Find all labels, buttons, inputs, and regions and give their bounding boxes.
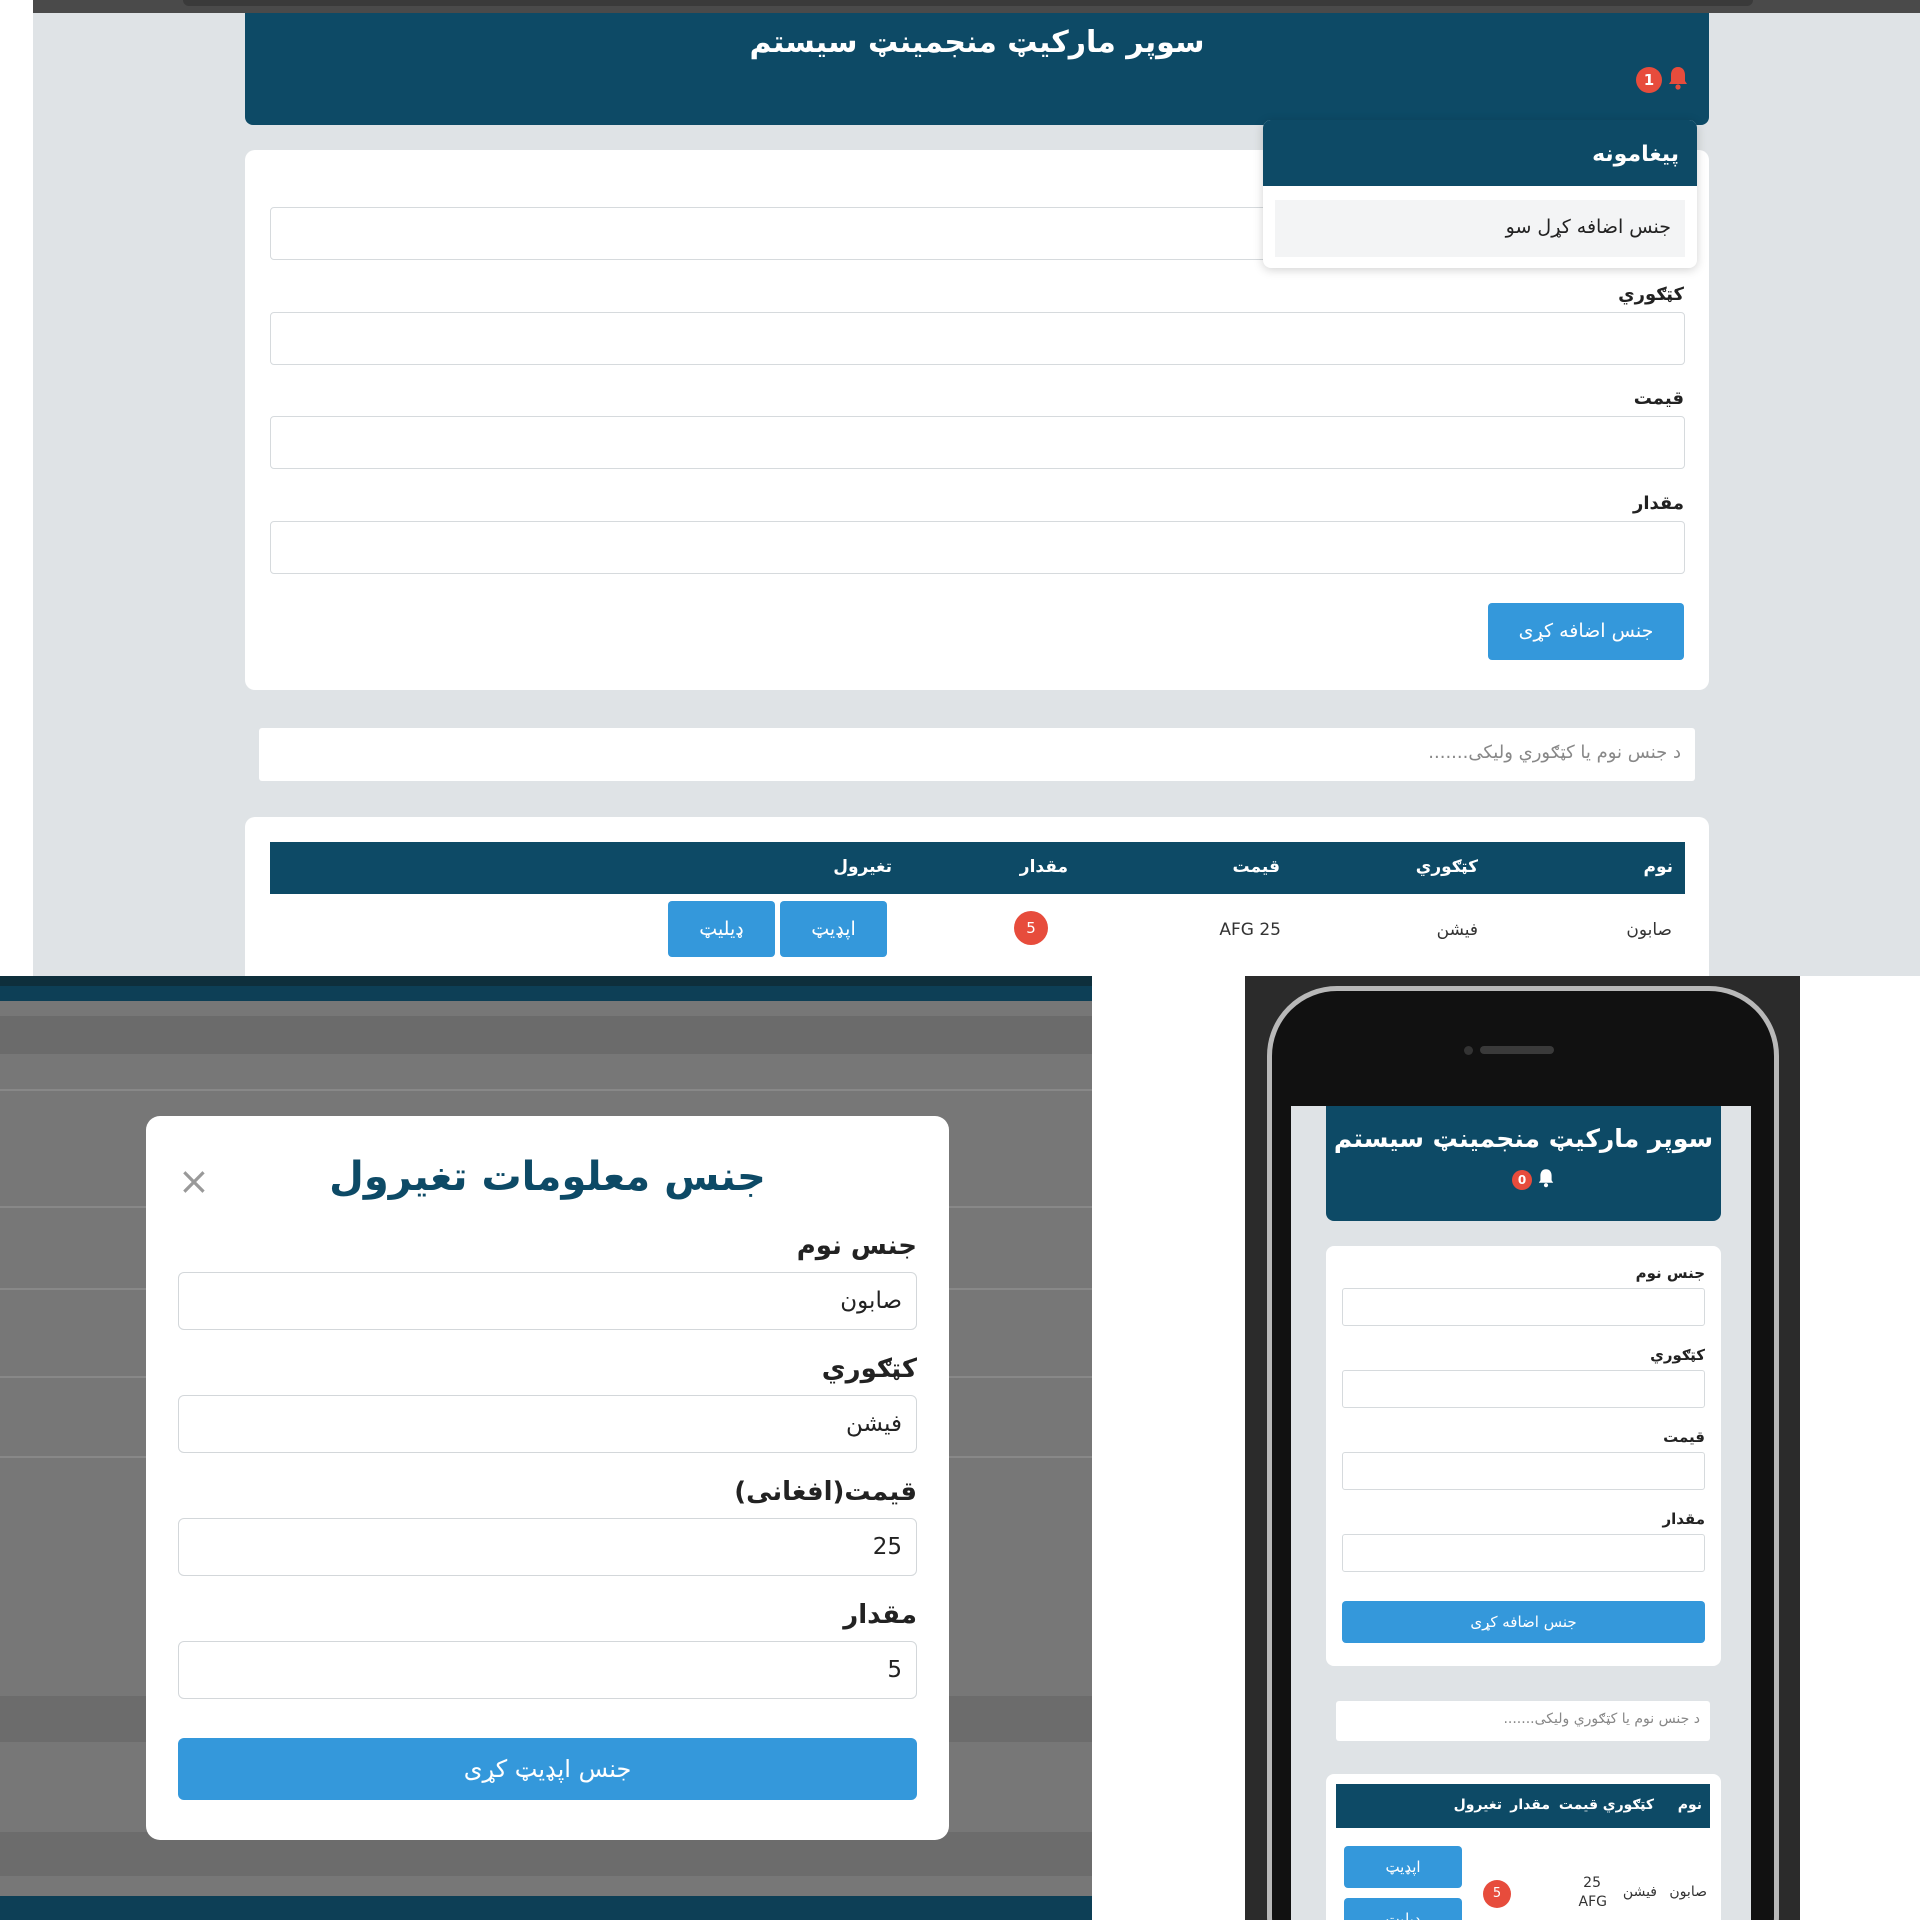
bell-icon[interactable] — [1538, 1168, 1554, 1188]
mobile-add-product-button[interactable]: جنس اضافه کړی — [1342, 1601, 1705, 1643]
mobile-category-label: کټګوري — [1650, 1346, 1705, 1364]
notification-badge: 1 — [1636, 67, 1662, 93]
modal-price-label: قیمت(افغانی) — [734, 1477, 917, 1507]
notifications-dropdown: پیغامونه جنس اضافه کړل سو — [1263, 120, 1697, 268]
mobile-header-quantity: مقدار — [1510, 1797, 1550, 1813]
header-name: نوم — [1643, 857, 1673, 877]
mobile-add-product-form: جنس نوم کټګوري قیمت مقدار جنس اضافه کړی — [1326, 1246, 1721, 1666]
mobile-header-actions: تغیرول — [1453, 1797, 1502, 1813]
modal-name-label: جنس نوم — [796, 1231, 917, 1261]
edit-modal-screenshot: × جنس معلومات تغیرول جنس نوم صابون کټګور… — [0, 976, 1092, 1920]
mobile-header-price: قیمت — [1558, 1797, 1598, 1813]
cell-name: صابون — [1626, 920, 1672, 940]
header-price: قیمت — [1232, 857, 1280, 877]
mobile-cell-price-amount: 25 — [1583, 1875, 1601, 1891]
header-category: کټګوري — [1415, 857, 1478, 877]
search-input[interactable]: د جنس نوم یا کټګوري ولیکی....... — [259, 728, 1695, 781]
mobile-price-input[interactable] — [1342, 1452, 1705, 1490]
edit-button[interactable]: اپډیټ — [780, 901, 887, 957]
mobile-name-input[interactable] — [1342, 1288, 1705, 1326]
modal-quantity-input[interactable]: 5 — [178, 1641, 917, 1699]
delete-button[interactable]: ډیلیټ — [668, 901, 775, 957]
mobile-app-header: سوپر مارکیټ منجمینټ سیستم 0 — [1326, 1106, 1721, 1221]
quantity-badge: 5 — [1014, 911, 1048, 945]
price-label: قیمت — [1633, 388, 1684, 409]
mobile-cell-price-currency: AFG — [1578, 1894, 1607, 1910]
mobile-edit-button[interactable]: اپډیټ — [1344, 1846, 1462, 1888]
quantity-input[interactable] — [270, 521, 1685, 574]
bell-icon[interactable] — [1668, 66, 1688, 90]
mobile-name-label: جنس نوم — [1635, 1264, 1705, 1282]
category-input[interactable] — [270, 312, 1685, 365]
header-actions: تغیرول — [833, 857, 892, 877]
cell-price: AFG 25 — [1219, 920, 1281, 940]
notification-item[interactable]: جنس اضافه کړل سو — [1275, 200, 1685, 257]
mobile-table-header: نوم کټګوري قیمت مقدار تغیرول — [1336, 1784, 1710, 1828]
mobile-products-table: نوم کټګوري قیمت مقدار تغیرول صابون فیشن … — [1326, 1774, 1721, 1920]
browser-top-bar — [33, 0, 1920, 13]
mobile-price-label: قیمت — [1663, 1428, 1705, 1446]
update-product-button[interactable]: جنس اپډیټ کړی — [178, 1738, 917, 1800]
edit-product-modal: × جنس معلومات تغیرول جنس نوم صابون کټګور… — [146, 1116, 949, 1840]
phone-camera — [1464, 1046, 1473, 1055]
modal-title: جنس معلومات تغیرول — [329, 1154, 766, 1200]
modal-name-input[interactable]: صابون — [178, 1272, 917, 1330]
price-input[interactable] — [270, 416, 1685, 469]
mobile-notification-badge: 0 — [1512, 1170, 1532, 1190]
app-title: سوپر مارکیټ منجمینټ سیستم — [749, 25, 1205, 60]
app-header: سوپر مارکیټ منجمینټ سیستم 1 — [245, 13, 1709, 125]
header-quantity: مقدار — [1019, 857, 1068, 877]
modal-quantity-label: مقدار — [843, 1600, 917, 1630]
mobile-delete-button[interactable]: ډیلیټ — [1344, 1898, 1462, 1920]
quantity-label: مقدار — [1632, 493, 1684, 514]
mobile-screenshot: سوپر مارکیټ منجمینټ سیستم 0 جنس نوم کټګو… — [1245, 976, 1800, 1920]
mobile-category-input[interactable] — [1342, 1370, 1705, 1408]
modal-category-label: کټګوري — [821, 1354, 917, 1384]
mobile-app-title: سوپر مارکیټ منجمینټ سیستم — [1333, 1124, 1714, 1153]
products-table: نوم کټګوري قیمت مقدار تغیرول صابون فیشن … — [245, 817, 1709, 976]
modal-price-input[interactable]: 25 — [178, 1518, 917, 1576]
mobile-quantity-label: مقدار — [1662, 1510, 1705, 1528]
mobile-quantity-badge: 5 — [1483, 1880, 1511, 1908]
mobile-search-input[interactable]: د جنس نوم یا کټګوري ولیکی....... — [1336, 1701, 1710, 1741]
mobile-cell-name: صابون — [1669, 1884, 1707, 1900]
mobile-quantity-input[interactable] — [1342, 1534, 1705, 1572]
notifications-title: پیغامونه — [1263, 120, 1697, 186]
phone-screen: سوپر مارکیټ منجمینټ سیستم 0 جنس نوم کټګو… — [1291, 1106, 1751, 1920]
add-product-button[interactable]: جنس اضافه کړی — [1488, 603, 1684, 660]
modal-category-input[interactable]: فیشن — [178, 1395, 917, 1453]
desktop-screenshot: سوپر مارکیټ منجمینټ سیستم 1 کټګوري قیمت … — [0, 0, 1920, 976]
mobile-header-category: کټګوري — [1602, 1797, 1654, 1813]
table-header: نوم کټګوري قیمت مقدار تغیرول — [270, 842, 1685, 894]
mobile-header-name: نوم — [1677, 1797, 1702, 1813]
mobile-cell-category: فیشن — [1622, 1884, 1657, 1900]
phone-speaker — [1480, 1046, 1554, 1054]
cell-category: فیشن — [1436, 920, 1478, 940]
category-label: کټګوري — [1618, 284, 1684, 305]
